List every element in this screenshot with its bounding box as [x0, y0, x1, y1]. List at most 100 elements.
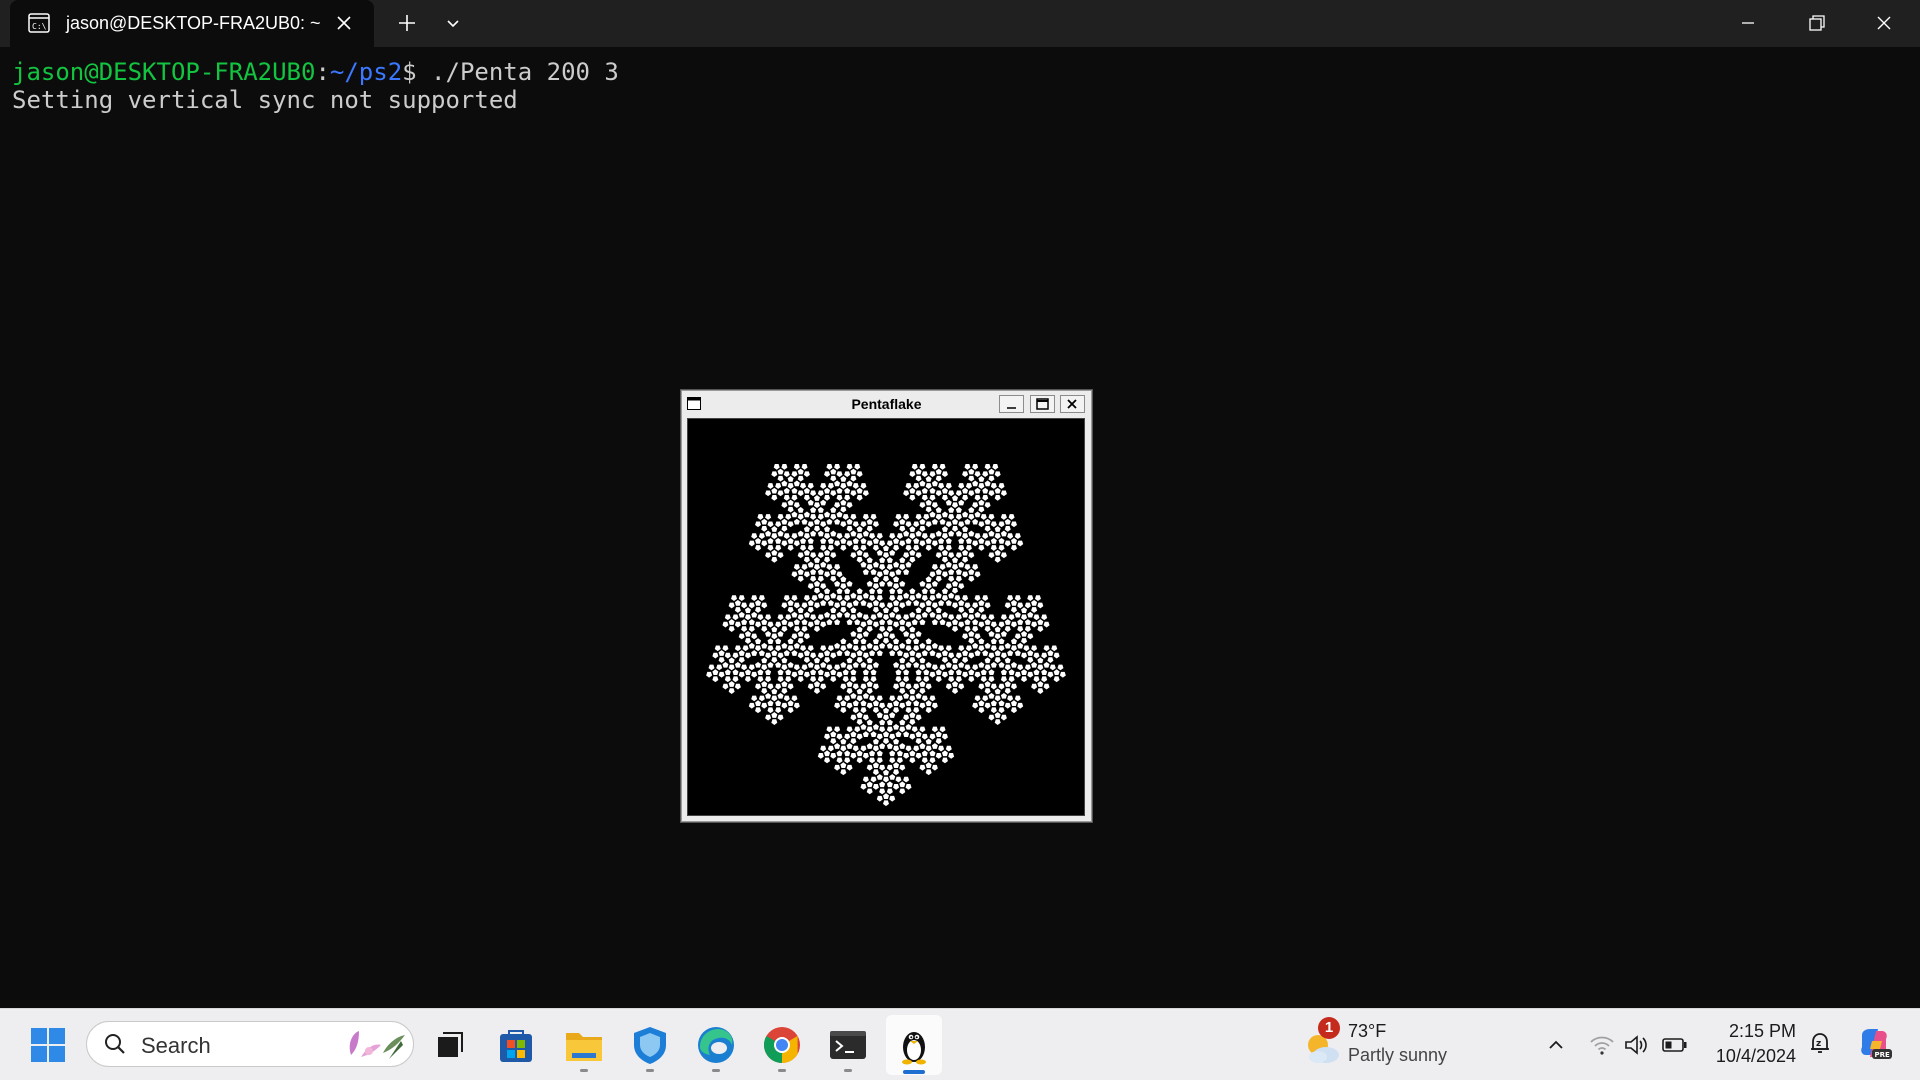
pentagon — [965, 538, 972, 544]
pentagon — [846, 464, 853, 470]
pentagon — [909, 712, 916, 718]
pentagon — [982, 495, 989, 501]
pentagon — [872, 661, 879, 668]
pentagon — [968, 652, 975, 659]
pentagon — [905, 561, 912, 568]
pentagon — [895, 568, 902, 575]
edge-icon[interactable] — [694, 1023, 738, 1067]
pentagon — [921, 757, 928, 764]
wifi-icon[interactable] — [1588, 1031, 1616, 1059]
pentagon — [925, 707, 932, 714]
pentagon — [1024, 664, 1031, 671]
pentagon — [1017, 602, 1024, 609]
pentagon — [941, 650, 948, 656]
pentagon — [919, 657, 926, 664]
pentagon — [929, 750, 936, 757]
pentaflake-titlebar[interactable]: Pentaflake — [682, 391, 1091, 417]
pentagon — [862, 592, 869, 599]
restore-window-icon[interactable] — [1782, 0, 1850, 46]
pentagon — [990, 483, 997, 489]
pentagon — [889, 633, 896, 640]
pentagon — [813, 564, 820, 571]
pentagon — [800, 545, 807, 551]
pentagon — [876, 733, 883, 740]
pentagon — [972, 602, 979, 609]
pentagon — [978, 661, 985, 668]
pentagon — [905, 700, 912, 706]
task-view-icon[interactable] — [428, 1023, 472, 1067]
pentagon — [958, 583, 965, 590]
chrome-icon[interactable] — [760, 1023, 804, 1067]
pentagon — [974, 495, 981, 501]
search-box[interactable]: Search — [86, 1021, 414, 1067]
defender-icon[interactable] — [628, 1023, 672, 1067]
pentagon — [984, 502, 991, 509]
pentagon — [817, 576, 824, 582]
pentagon — [775, 483, 782, 489]
terminal-tab[interactable]: C:\ jason@DESKTOP-FRA2UB0: ~ — [10, 0, 374, 47]
clock-date[interactable]: 10/4/2024 — [1700, 1046, 1796, 1067]
pentagon — [744, 676, 751, 683]
x-maximize-button[interactable] — [1030, 395, 1055, 413]
file-explorer-icon[interactable] — [562, 1023, 606, 1067]
pentagon — [958, 545, 965, 551]
chevron-down-icon[interactable] — [440, 11, 466, 35]
x-minimize-button[interactable] — [999, 395, 1024, 413]
notification-bell-icon[interactable]: z — [1806, 1029, 1834, 1057]
pentagon — [909, 657, 916, 663]
pentagon — [810, 568, 817, 575]
pentagon — [793, 480, 800, 487]
pentagon — [923, 514, 930, 520]
linux-tux-icon[interactable] — [892, 1023, 936, 1067]
pentagon — [813, 681, 820, 687]
pentagon — [791, 471, 798, 478]
terminal-icon[interactable] — [826, 1023, 870, 1067]
pentagon — [793, 540, 800, 547]
pentagon — [852, 645, 859, 652]
pentagon — [903, 714, 910, 721]
pentagon — [810, 652, 817, 659]
microsoft-store-icon[interactable] — [494, 1023, 538, 1067]
minimize-window-icon[interactable] — [1714, 0, 1782, 46]
pentagon — [791, 695, 798, 702]
weather-temperature[interactable]: 73°F — [1348, 1021, 1386, 1042]
close-tab-icon[interactable] — [332, 11, 356, 35]
pentagon — [1000, 530, 1007, 537]
pentagon — [1010, 607, 1017, 613]
chevron-up-icon[interactable] — [1542, 1031, 1570, 1059]
pentagon — [810, 676, 817, 683]
pentagon — [905, 599, 912, 606]
pentagon — [741, 626, 748, 632]
volume-icon[interactable] — [1622, 1031, 1650, 1059]
pentagon — [755, 638, 762, 644]
pentagon — [813, 664, 820, 671]
pentagon — [862, 692, 869, 699]
pentaflake-window[interactable]: Pentaflake — [681, 390, 1092, 822]
pentagon — [800, 645, 807, 652]
pentagon — [915, 552, 922, 559]
pentagon — [840, 638, 847, 644]
pentagon — [929, 588, 936, 594]
new-tab-icon[interactable] — [393, 11, 421, 35]
clock-time[interactable]: 2:15 PM — [1700, 1021, 1796, 1042]
copilot-icon[interactable]: PRE — [1856, 1025, 1892, 1061]
pentagon — [801, 464, 808, 470]
pentagon — [785, 669, 792, 675]
pentagon — [925, 521, 932, 528]
pentagon — [797, 530, 804, 537]
terminal-output[interactable]: jason@DESKTOP-FRA2UB0:~/ps2$ ./Penta 200… — [12, 58, 619, 114]
windows-start-icon[interactable] — [26, 1023, 70, 1067]
pentagon — [925, 599, 932, 606]
pentagon — [948, 614, 955, 621]
pentagon — [856, 611, 863, 618]
battery-icon[interactable] — [1660, 1031, 1688, 1059]
pentagon — [978, 499, 985, 506]
x-close-button[interactable] — [1060, 395, 1085, 413]
pentagon — [905, 661, 912, 668]
pentagon — [935, 607, 942, 614]
pentagon — [755, 538, 762, 544]
pentagon — [919, 464, 926, 470]
pentagon — [919, 642, 926, 649]
weather-condition[interactable]: Partly sunny — [1348, 1045, 1447, 1066]
close-window-icon[interactable] — [1850, 0, 1918, 46]
